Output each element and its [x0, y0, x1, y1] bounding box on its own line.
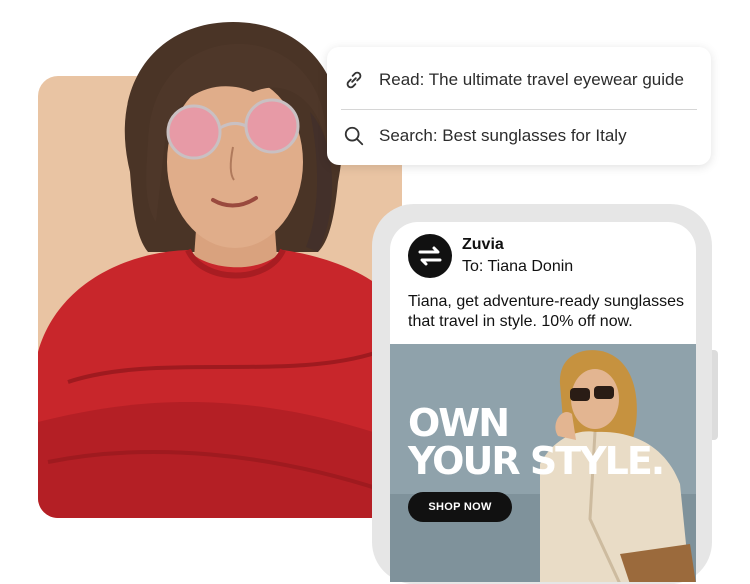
- activity-search-label: Search: Best sunglasses for Italy: [379, 126, 627, 145]
- swap-arrows-icon: [418, 246, 442, 266]
- content-activity-card: Read: The ultimate travel eyewear guide …: [327, 47, 711, 165]
- activity-read-item[interactable]: Read: The ultimate travel eyewear guide: [327, 51, 711, 109]
- email-recipient: To: Tiana Donin: [462, 258, 574, 275]
- ad-headline: OWN YOUR STYLE.: [408, 401, 665, 483]
- shop-now-button[interactable]: SHOP NOW: [408, 492, 512, 522]
- search-icon: [344, 126, 364, 146]
- ad-banner[interactable]: OWN YOUR STYLE. SHOP NOW: [390, 344, 696, 582]
- brand-logo-avatar: [408, 234, 452, 278]
- email-screen: Zuvia To: Tiana Donin Tiana, get adventu…: [390, 222, 696, 582]
- phone-side-button: [712, 350, 718, 440]
- activity-read-label: Read: The ultimate travel eyewear guide: [379, 70, 684, 89]
- link-icon: [346, 71, 362, 89]
- email-sender: Zuvia: [462, 236, 504, 253]
- activity-search-item[interactable]: Search: Best sunglasses for Italy: [327, 107, 711, 165]
- email-message: Tiana, get adventure-ready sunglasses th…: [408, 293, 685, 330]
